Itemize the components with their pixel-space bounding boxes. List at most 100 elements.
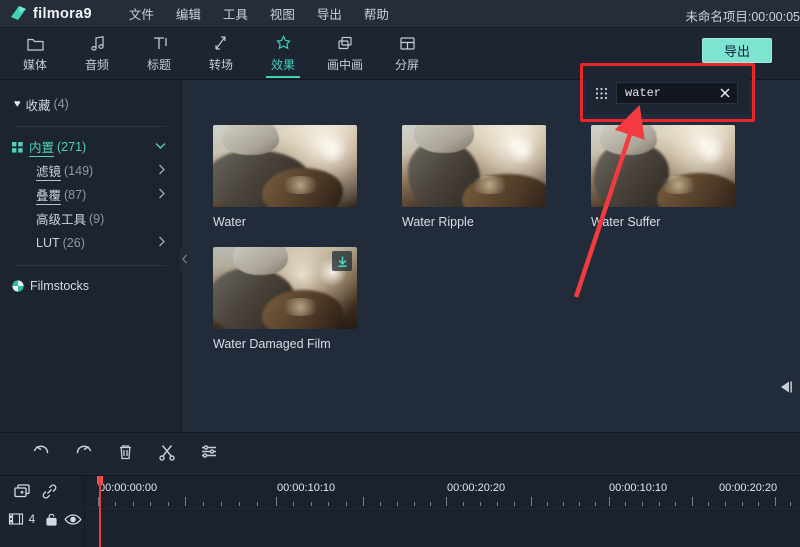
effect-label: Water Ripple	[402, 215, 562, 229]
sidebar-item-builtin[interactable]: 内置 (271)	[0, 135, 180, 159]
effect-card-water-suffer[interactable]: Water Suffer	[591, 125, 751, 229]
menu-file[interactable]: 文件	[118, 1, 165, 26]
settings-button[interactable]	[188, 439, 230, 469]
sidebar-advanced-label: 高级工具	[36, 209, 86, 229]
tab-media-label: 媒体	[23, 56, 47, 73]
music-note-icon	[89, 33, 106, 53]
menu-tools[interactable]: 工具	[212, 1, 259, 26]
project-title: 未命名项目:00:00:05	[685, 6, 800, 25]
undo-arrow-icon	[32, 443, 51, 465]
tab-effects-label: 效果	[271, 56, 295, 73]
tab-effects[interactable]: 效果	[252, 28, 314, 78]
search-input-wrapper[interactable]: water	[616, 82, 738, 104]
chevron-right-icon[interactable]	[158, 164, 166, 178]
menu-help[interactable]: 帮助	[353, 1, 400, 26]
film-track-icon[interactable]	[6, 512, 27, 526]
heart-icon: ♥	[14, 98, 21, 110]
tab-audio[interactable]: 音频	[66, 28, 128, 78]
link-chain-icon[interactable]	[36, 483, 62, 500]
picture-in-picture-icon	[336, 33, 355, 53]
sidebar-builtin-count: (271)	[57, 140, 86, 154]
close-x-icon[interactable]	[718, 86, 732, 105]
timeline-ruler[interactable]: 00:00:00:00 00:00:10:10 00:00:20:20 00:0…	[85, 476, 800, 508]
trash-icon	[117, 443, 134, 466]
menu-bar: filmora9 文件 编辑 工具 视图 导出 帮助 未命名项目:00:00:0…	[0, 0, 800, 28]
lock-icon[interactable]	[41, 512, 62, 527]
effects-sidebar: ♥ 收藏 (4) 内置 (271) 滤镜 (149)	[0, 80, 181, 432]
effect-label: Water	[213, 215, 373, 229]
sidebar-divider-2	[14, 265, 166, 266]
eye-visibility-icon[interactable]	[63, 513, 84, 526]
download-arrow-icon[interactable]	[332, 251, 352, 271]
chevron-right-icon[interactable]	[158, 236, 166, 250]
effect-card-water[interactable]: Water	[213, 125, 373, 229]
effect-label: Water Damaged Film	[213, 337, 373, 351]
effect-thumbnail[interactable]	[591, 125, 735, 207]
sidebar-overlays-label: 叠覆	[36, 185, 61, 205]
sidebar-lut-count: (26)	[63, 236, 85, 250]
filmora-diamond-icon	[10, 5, 27, 22]
effect-card-water-damaged-film[interactable]: Water Damaged Film	[213, 247, 373, 351]
sidebar-advanced-count: (9)	[89, 212, 104, 226]
sidebar-item-overlays[interactable]: 叠覆 (87)	[0, 183, 180, 207]
sidebar-filters-label: 滤镜	[36, 161, 61, 181]
grid-dots-icon[interactable]	[586, 87, 616, 100]
filmstocks-icon	[12, 280, 24, 292]
ruler-label: 00:00:10:10	[609, 482, 667, 494]
sidebar-item-filters[interactable]: 滤镜 (149)	[0, 159, 180, 183]
tab-transition-label: 转场	[209, 56, 233, 73]
sidebar-filmstocks-label: Filmstocks	[30, 279, 89, 293]
tab-media[interactable]: 媒体	[4, 28, 66, 78]
tab-split-label: 分屏	[395, 56, 419, 73]
sidebar-item-lut[interactable]: LUT (26)	[0, 231, 180, 255]
effects-grid: Water Water Ripple Water Suffer	[213, 125, 800, 369]
tab-title-label: 标题	[147, 56, 171, 73]
sliders-icon	[200, 443, 218, 465]
effects-content-panel: Water Water Ripple Water Suffer	[182, 80, 800, 432]
sidebar-lut-label: LUT	[36, 236, 60, 251]
effect-label: Water Suffer	[591, 215, 751, 229]
redo-button[interactable]	[62, 439, 104, 469]
ruler-label: 00:00:00:00	[99, 482, 157, 494]
transition-arrows-icon	[212, 33, 230, 53]
effect-thumbnail[interactable]	[213, 247, 357, 329]
collapse-left-triangle-icon[interactable]	[777, 378, 795, 396]
timeline-toolbar	[0, 432, 800, 475]
effect-thumbnail[interactable]	[402, 125, 546, 207]
menu-export[interactable]: 导出	[306, 1, 353, 26]
ruler-label: 00:00:10:10	[277, 482, 335, 494]
search-input[interactable]: water	[625, 86, 661, 100]
sidebar-item-advanced-tools[interactable]: 高级工具 (9)	[0, 207, 180, 231]
tab-pip[interactable]: 画中画	[314, 28, 376, 78]
add-track-icon[interactable]	[10, 483, 36, 500]
search-bar: water	[586, 72, 749, 114]
tab-split-screen[interactable]: 分屏	[376, 28, 438, 78]
text-t-icon	[151, 33, 168, 53]
split-button[interactable]	[146, 439, 188, 469]
export-button[interactable]: 导出	[702, 38, 772, 63]
undo-button[interactable]	[20, 439, 62, 469]
sidebar-item-filmstocks[interactable]: Filmstocks	[0, 274, 180, 298]
effect-thumbnail[interactable]	[213, 125, 357, 207]
menu-view[interactable]: 视图	[259, 1, 306, 26]
tab-title[interactable]: 标题	[128, 28, 190, 78]
sidebar-item-favorites[interactable]: ♥ 收藏 (4)	[0, 92, 180, 116]
menu-edit[interactable]: 编辑	[165, 1, 212, 26]
sidebar-builtin-label: 内置	[29, 137, 54, 157]
delete-button[interactable]	[104, 439, 146, 469]
menu-items: 文件 编辑 工具 视图 导出 帮助	[118, 1, 400, 26]
chevron-down-icon[interactable]	[155, 141, 166, 153]
timeline-panel: 4 00:00:00:00 00:00:10:10 00:00:20:20 0	[0, 475, 800, 547]
panel-collapse-handle-icon[interactable]	[180, 246, 190, 272]
ruler-label: 00:00:20:20	[719, 482, 777, 494]
grid-squares-icon	[12, 142, 23, 153]
timeline-track-header: 4	[0, 476, 85, 547]
tab-transition[interactable]: 转场	[190, 28, 252, 78]
scissors-icon	[158, 443, 176, 466]
effect-card-water-ripple[interactable]: Water Ripple	[402, 125, 562, 229]
sidebar-divider-1	[14, 126, 166, 127]
app-brand-label: filmora9	[33, 6, 92, 22]
sidebar-favorites-label: 收藏	[26, 95, 51, 114]
ruler-label: 00:00:20:20	[447, 482, 505, 494]
chevron-right-icon[interactable]	[158, 188, 166, 202]
